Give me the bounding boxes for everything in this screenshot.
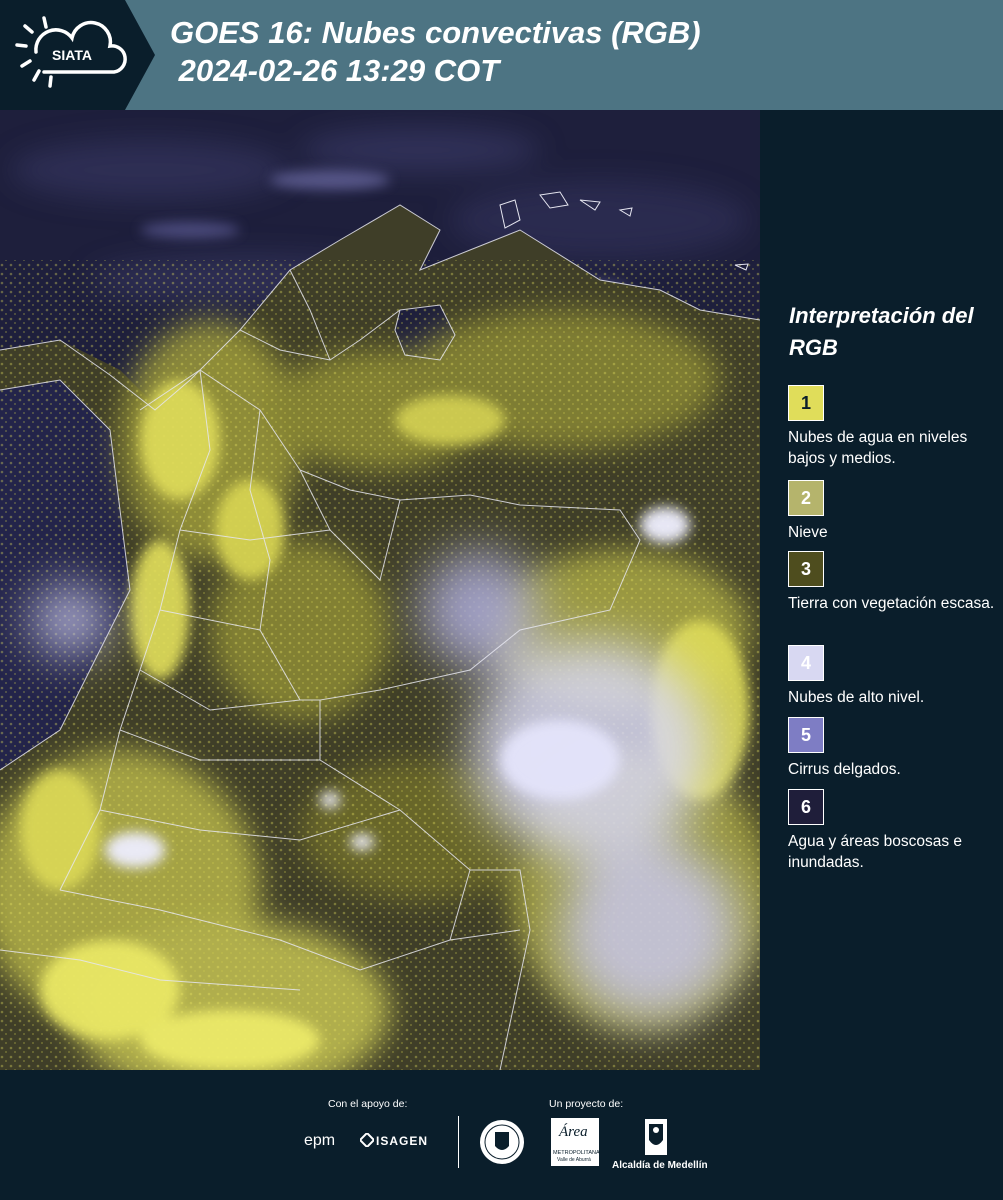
area-logo-sub2: Valle de Aburrá [557,1157,591,1163]
epm-logo: epm [304,1132,336,1149]
alcaldia-shield-icon [644,1118,668,1156]
support-label: Con el apoyo de: [328,1098,408,1110]
legend-label-3: Tierra con vegetación escasa. [788,595,995,612]
title-line-1: GOES 16: Nubes convectivas (RGB) [170,15,701,50]
footer: Con el apoyo de: Un proyecto de: epm ISA… [0,1070,1003,1200]
project-label: Un proyecto de: [549,1098,624,1110]
page-title: GOES 16: Nubes convectivas (RGB) 2024-02… [170,14,701,90]
legend-title: Interpretación del RGB [789,303,974,360]
area-logo-text: Área [559,1124,588,1140]
area-logo-sub1: METROPOLITANA [553,1150,600,1156]
legend-swatch-2: 2 [788,480,824,516]
legend-item-3: 3 Tierra con vegetación escasa. [788,551,998,614]
legend-label-6: Agua y áreas boscosas e inundadas. [788,833,963,871]
legend-label-4: Nubes de alto nivel. [788,689,925,706]
alcaldia-logo: Alcaldía de Medellín [612,1160,708,1171]
legend-label-1: Nubes de agua en niveles bajos y medios. [788,429,968,467]
legend-item-4: 4 Nubes de alto nivel. [788,645,998,708]
legend-item-5: 5 Cirrus delgados. [788,717,998,780]
isagen-logo: ISAGEN [376,1134,429,1148]
siata-logo: SIATA [0,0,160,110]
area-metropolitana-logo: Área METROPOLITANA Valle de Aburrá [551,1118,600,1166]
legend-item-1: 1 Nubes de agua en niveles bajos y medio… [788,385,998,469]
satellite-rgb-map [0,110,760,1070]
medellin-seal-icon [478,1118,526,1166]
legend-item-2: 2 Nieve [788,480,998,543]
legend-swatch-3: 3 [788,551,824,587]
legend-swatch-1: 1 [788,385,824,421]
siata-logo-text: SIATA [52,47,92,63]
legend-label-2: Nieve [788,524,828,541]
legend-swatch-6: 6 [788,789,824,825]
legend-swatch-5: 5 [788,717,824,753]
legend-swatch-4: 4 [788,645,824,681]
isagen-icon [358,1131,376,1149]
legend-item-6: 6 Agua y áreas boscosas e inundadas. [788,789,998,873]
title-line-2: 2024-02-26 13:29 COT [170,53,500,88]
footer-divider [458,1116,459,1168]
header-bar: SIATA GOES 16: Nubes convectivas (RGB) 2… [0,0,1003,110]
legend-label-5: Cirrus delgados. [788,761,901,778]
legend-panel: Interpretación del RGB 1 Nubes de agua e… [760,110,1003,1070]
